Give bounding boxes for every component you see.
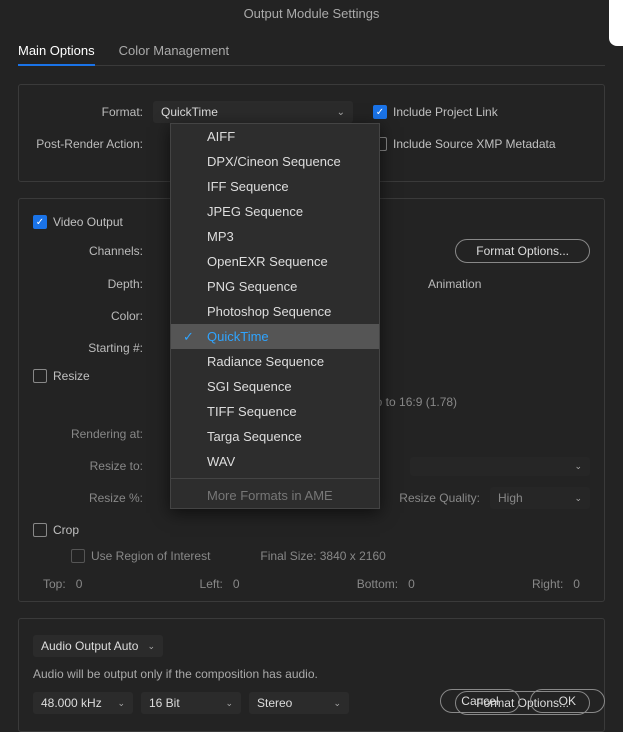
chevron-down-icon: ⌄ xyxy=(147,641,155,652)
format-menu-item[interactable]: AIFF xyxy=(171,124,379,149)
chevron-down-icon: ⌄ xyxy=(117,698,125,709)
crop-top-label: Top: xyxy=(43,577,66,591)
checkbox-checked-icon xyxy=(33,215,47,229)
crop-right-label: Right: xyxy=(532,577,563,591)
format-dropdown-value: QuickTime xyxy=(161,105,218,119)
starting-label: Starting #: xyxy=(33,341,153,355)
chevron-down-icon: ⌄ xyxy=(333,698,341,709)
resize-quality-dropdown[interactable]: High ⌄ xyxy=(490,487,590,509)
depth-label: Depth: xyxy=(33,277,153,291)
resize-to-dropdown[interactable]: ⌄ xyxy=(410,457,590,476)
chevron-down-icon: ⌄ xyxy=(574,493,582,504)
audio-rate-dropdown[interactable]: 48.000 kHz ⌄ xyxy=(33,692,133,714)
audio-depth-dropdown[interactable]: 16 Bit ⌄ xyxy=(141,692,241,714)
format-menu-more[interactable]: More Formats in AME xyxy=(171,483,379,508)
include-xmp-label: Include Source XMP Metadata xyxy=(393,137,556,151)
resize-label: Resize xyxy=(53,369,90,383)
format-dropdown-menu: AIFFDPX/Cineon SequenceIFF SequenceJPEG … xyxy=(170,123,380,509)
crop-top-value[interactable]: 0 xyxy=(76,577,83,591)
resize-quality-label: Resize Quality: xyxy=(399,491,480,505)
format-menu-item[interactable]: JPEG Sequence xyxy=(171,199,379,224)
checkbox-unchecked-icon xyxy=(33,369,47,383)
checkbox-unchecked-icon xyxy=(33,523,47,537)
crop-left-label: Left: xyxy=(200,577,223,591)
video-format-options-button[interactable]: Format Options... xyxy=(455,239,590,263)
audio-note: Audio will be output only if the composi… xyxy=(33,667,590,681)
include-project-link-label: Include Project Link xyxy=(393,105,498,119)
format-label: Format: xyxy=(33,105,153,119)
resize-pct-label: Resize %: xyxy=(33,491,153,505)
chevron-down-icon: ⌄ xyxy=(225,698,233,709)
lock-aspect-text: io to 16:9 (1.78) xyxy=(373,395,457,409)
format-menu-item[interactable]: Photoshop Sequence xyxy=(171,299,379,324)
panel-audio: Audio Output Auto ⌄ Audio will be output… xyxy=(18,618,605,732)
format-menu-item[interactable]: Targa Sequence xyxy=(171,424,379,449)
crop-label: Crop xyxy=(53,523,79,537)
audio-output-value: Audio Output Auto xyxy=(41,639,138,653)
format-menu-item[interactable]: QuickTime xyxy=(171,324,379,349)
format-menu-item[interactable]: WAV xyxy=(171,449,379,474)
dialog-title: Output Module Settings xyxy=(0,0,623,27)
format-menu-item[interactable]: MP3 xyxy=(171,224,379,249)
include-project-link-checkbox[interactable]: Include Project Link xyxy=(373,105,498,119)
crop-bottom-label: Bottom: xyxy=(357,577,398,591)
format-menu-item[interactable]: DPX/Cineon Sequence xyxy=(171,149,379,174)
format-menu-item[interactable]: SGI Sequence xyxy=(171,374,379,399)
chevron-down-icon: ⌄ xyxy=(337,107,345,118)
rendering-at-label: Rendering at: xyxy=(33,427,153,441)
audio-channels-value: Stereo xyxy=(257,696,292,710)
tab-color-management[interactable]: Color Management xyxy=(119,37,230,65)
final-size-text: Final Size: 3840 x 2160 xyxy=(260,549,385,563)
ok-button[interactable]: OK xyxy=(530,689,605,713)
format-menu-item[interactable]: Radiance Sequence xyxy=(171,349,379,374)
tab-main-options[interactable]: Main Options xyxy=(18,37,95,66)
crop-right-value[interactable]: 0 xyxy=(573,577,580,591)
use-roi-label: Use Region of Interest xyxy=(91,549,210,563)
format-menu-item[interactable]: PNG Sequence xyxy=(171,274,379,299)
resize-to-label: Resize to: xyxy=(33,459,153,473)
checkbox-unchecked-icon xyxy=(71,549,85,563)
chevron-down-icon: ⌄ xyxy=(574,461,582,472)
codec-name: Animation xyxy=(420,277,590,291)
corner-artifact xyxy=(609,0,623,46)
audio-depth-value: 16 Bit xyxy=(149,696,180,710)
post-render-label: Post-Render Action: xyxy=(33,137,153,151)
checkbox-checked-icon xyxy=(373,105,387,119)
color-label: Color: xyxy=(33,309,153,323)
audio-rate-value: 48.000 kHz xyxy=(41,696,102,710)
audio-output-dropdown[interactable]: Audio Output Auto ⌄ xyxy=(33,635,163,657)
format-menu-item[interactable]: IFF Sequence xyxy=(171,174,379,199)
tabs-bar: Main Options Color Management xyxy=(18,37,605,66)
video-output-label: Video Output xyxy=(53,215,123,229)
use-roi-checkbox[interactable]: Use Region of Interest xyxy=(71,549,210,563)
crop-bottom-value[interactable]: 0 xyxy=(408,577,415,591)
channels-label: Channels: xyxy=(33,244,153,258)
include-xmp-checkbox[interactable]: Include Source XMP Metadata xyxy=(373,137,556,151)
menu-separator xyxy=(171,478,379,479)
crop-left-value[interactable]: 0 xyxy=(233,577,240,591)
crop-checkbox[interactable]: Crop xyxy=(33,523,590,537)
cancel-button[interactable]: Cancel xyxy=(440,689,519,713)
format-menu-item[interactable]: TIFF Sequence xyxy=(171,399,379,424)
format-menu-item[interactable]: OpenEXR Sequence xyxy=(171,249,379,274)
format-dropdown[interactable]: QuickTime ⌄ xyxy=(153,101,353,123)
resize-quality-value: High xyxy=(498,491,523,505)
audio-channels-dropdown[interactable]: Stereo ⌄ xyxy=(249,692,349,714)
